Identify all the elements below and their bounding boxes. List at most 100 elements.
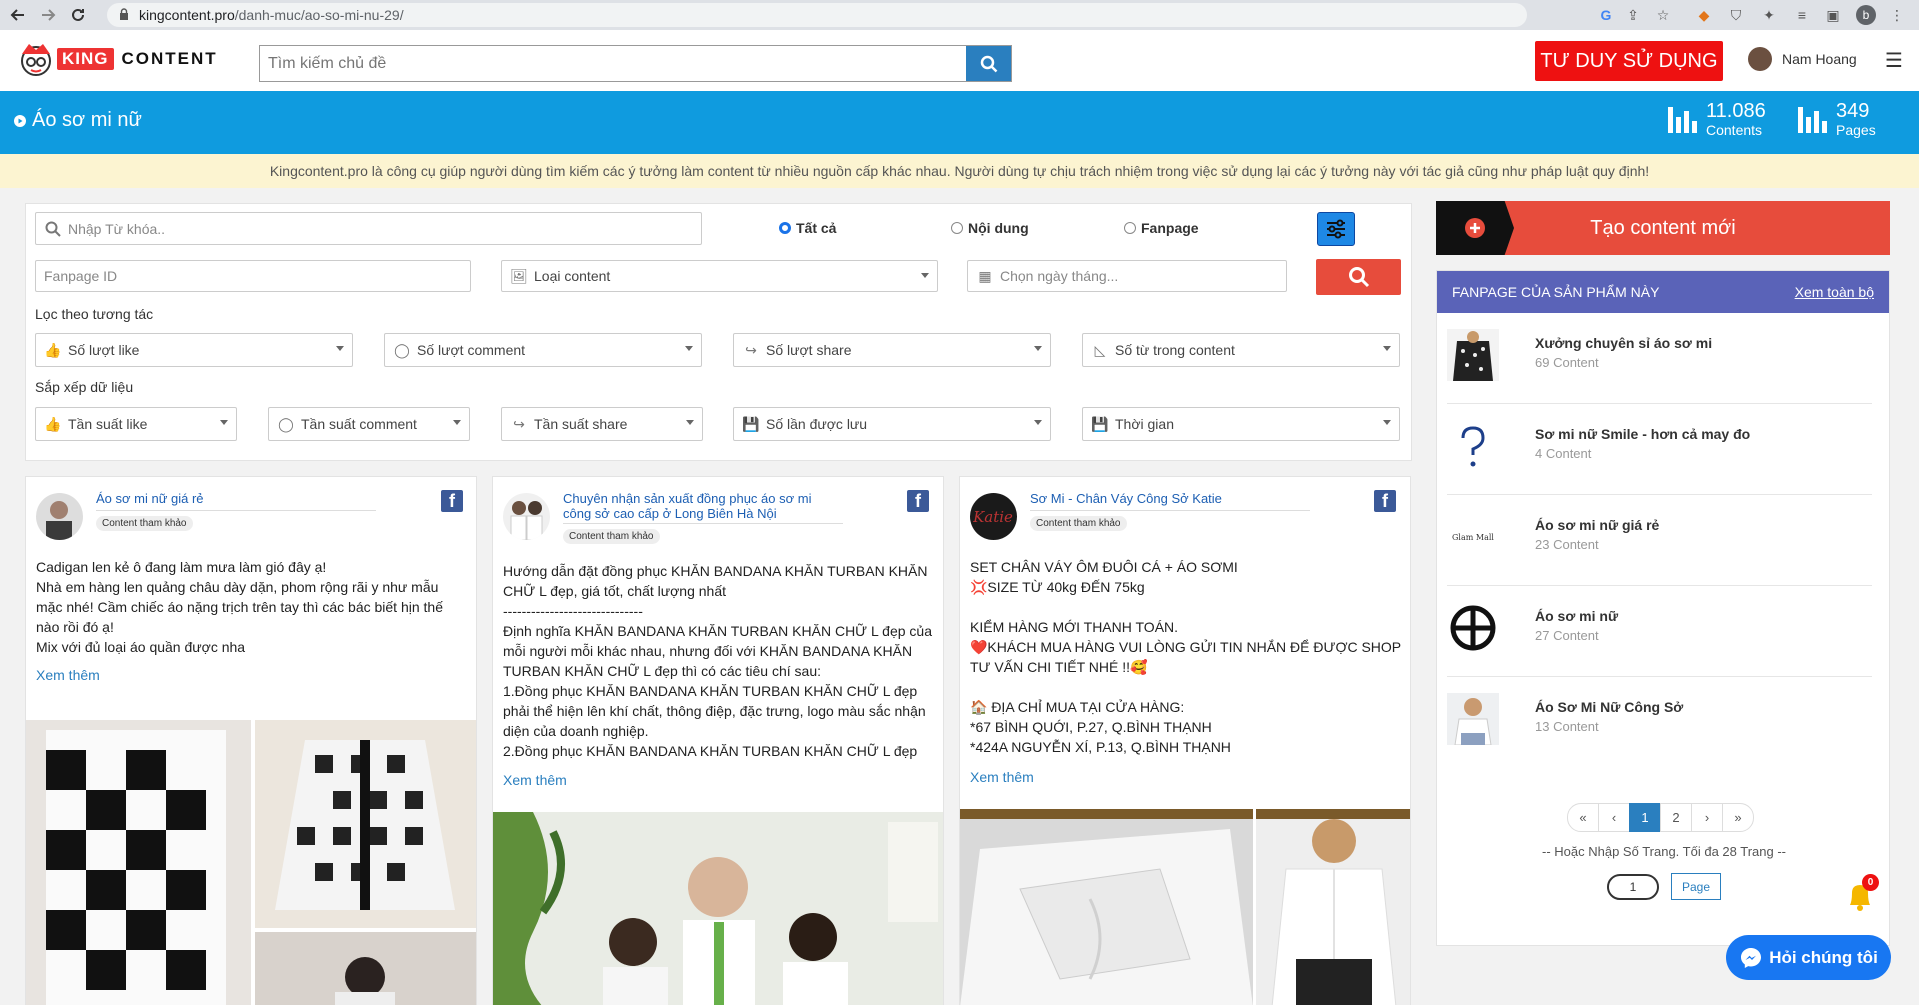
pages-count: 349: [1836, 100, 1870, 122]
notification-count-badge: 0: [1862, 874, 1879, 891]
page-number-input[interactable]: 1: [1607, 874, 1659, 900]
likes-select[interactable]: 👍 Số lượt like: [35, 333, 353, 367]
play-circle-icon: [14, 114, 26, 127]
content-type-select[interactable]: 🖼 Loại content: [501, 260, 938, 292]
metamask-icon[interactable]: ◆: [1694, 5, 1714, 25]
fanpage-item[interactable]: Áo sơ mi nữ 27 Content: [1447, 586, 1872, 677]
last-page-button[interactable]: »: [1722, 803, 1754, 832]
page-1-button[interactable]: 1: [1629, 803, 1661, 832]
user-name: Nam Hoang: [1782, 51, 1857, 67]
facebook-icon[interactable]: f: [1374, 490, 1396, 512]
chat-with-us-button[interactable]: Hỏi chúng tôi: [1726, 935, 1891, 980]
create-content-button[interactable]: Tạo content mới: [1436, 201, 1890, 255]
hamburger-menu-icon[interactable]: ☰: [1885, 48, 1903, 73]
thumbs-up-icon: 👍: [44, 415, 62, 432]
freq-comment-select[interactable]: ◯ Tần suất comment: [268, 407, 470, 441]
fanpage-item[interactable]: Xưởng chuyên sỉ áo sơ mi 69 Content: [1447, 313, 1872, 404]
reload-icon[interactable]: [66, 3, 90, 27]
fanpage-item[interactable]: Áo Sơ Mi Nữ Công Sở 13 Content: [1447, 677, 1872, 768]
topic-search-input[interactable]: [260, 46, 966, 81]
radio-fanpage[interactable]: Fanpage: [1124, 220, 1199, 236]
address-bar[interactable]: kingcontent.pro/danh-muc/ao-so-mi-nu-29/: [107, 3, 1527, 27]
go-page-button[interactable]: Page: [1671, 873, 1721, 900]
create-content-label: Tạo content mới: [1590, 216, 1736, 239]
avatar[interactable]: Katie: [970, 493, 1017, 540]
fanpage-panel-header: FANPAGE CỦA SẢN PHẨM NÀY Xem toàn bộ: [1437, 271, 1889, 313]
profile-avatar[interactable]: b: [1856, 5, 1876, 25]
shield-icon[interactable]: ⛉: [1726, 5, 1746, 25]
fanpage-panel-title: FANPAGE CỦA SẢN PHẨM NÀY: [1452, 284, 1660, 300]
facebook-icon[interactable]: f: [441, 490, 463, 512]
avatar[interactable]: [36, 493, 83, 540]
fanpage-content-count: 23 Content: [1535, 537, 1599, 552]
prev-page-button[interactable]: ‹: [1598, 803, 1630, 832]
fanpage-item[interactable]: Glam Mall Áo sơ mi nữ giá rẻ 23 Content: [1447, 495, 1872, 586]
post-image[interactable]: [493, 812, 943, 1005]
fanpage-name-link[interactable]: Chuyên nhận sản xuất đồng phục áo sơ mi …: [563, 491, 833, 521]
freq-like-select[interactable]: 👍 Tần suất like: [35, 407, 237, 441]
usage-guide-button[interactable]: TƯ DUY SỬ DỤNG: [1535, 41, 1723, 81]
post-image[interactable]: [1256, 809, 1410, 1005]
word-count-select[interactable]: ◺ Số từ trong content: [1082, 333, 1400, 367]
saved-count-select[interactable]: 💾 Số lần được lưu: [733, 407, 1051, 441]
time-label: Thời gian: [1115, 416, 1174, 432]
chevron-down-icon: [686, 420, 694, 425]
site-logo[interactable]: KING CONTENT: [17, 40, 218, 78]
fanpage-content-count: 69 Content: [1535, 355, 1599, 370]
pagination: « ‹ 1 2 › »: [1567, 803, 1754, 832]
see-more-link[interactable]: Xem thêm: [36, 667, 100, 683]
user-menu[interactable]: Nam Hoang: [1748, 47, 1857, 71]
keyword-input[interactable]: Nhập Từ khóa..: [35, 212, 702, 245]
freq-like-label: Tần suất like: [68, 416, 148, 432]
fanpage-name-link[interactable]: Áo sơ mi nữ giá rẻ: [96, 491, 204, 506]
next-page-button[interactable]: ›: [1691, 803, 1723, 832]
radio-content-label: Nội dung: [968, 220, 1029, 236]
post-image[interactable]: [255, 932, 476, 1005]
post-image[interactable]: [26, 720, 251, 1005]
radio-content[interactable]: Nội dung: [951, 220, 1029, 236]
interaction-filter-label: Lọc theo tương tác: [35, 306, 154, 322]
logo-mascot-icon: [17, 40, 55, 78]
fanpage-content-count: 13 Content: [1535, 719, 1599, 734]
page-2-button[interactable]: 2: [1660, 803, 1692, 832]
kebab-menu-icon[interactable]: ⋮: [1887, 5, 1907, 25]
share-icon[interactable]: ⇪: [1623, 5, 1643, 25]
first-page-button[interactable]: «: [1567, 803, 1599, 832]
contents-label: Contents: [1706, 122, 1763, 138]
post-image[interactable]: [960, 809, 1253, 1005]
forward-arrow-icon[interactable]: [36, 3, 60, 27]
notification-bell-icon[interactable]: 0: [1842, 874, 1879, 913]
word-count-label: Số từ trong content: [1115, 342, 1235, 358]
star-icon[interactable]: ☆: [1653, 5, 1673, 25]
question-mark-icon: [1447, 420, 1499, 472]
puzzle-icon[interactable]: ✦: [1759, 5, 1779, 25]
filter-search-button[interactable]: [1316, 259, 1401, 295]
see-more-link[interactable]: Xem thêm: [503, 772, 567, 788]
view-all-link[interactable]: Xem toàn bộ: [1795, 284, 1874, 300]
see-more-link[interactable]: Xem thêm: [970, 769, 1034, 785]
date-picker[interactable]: ▦ Chọn ngày tháng...: [967, 260, 1287, 292]
fanpage-id-input[interactable]: Fanpage ID: [35, 260, 471, 292]
fanpage-item[interactable]: Sơ mi nữ Smile - hơn cả may đo 4 Content: [1447, 404, 1872, 495]
sidepanel-icon[interactable]: ▣: [1823, 5, 1843, 25]
content-card: Áo sơ mi nữ giá rẻ Content tham khảo f C…: [25, 476, 477, 1005]
media-list-icon[interactable]: ≡: [1792, 5, 1812, 25]
facebook-icon[interactable]: f: [907, 490, 929, 512]
shares-select[interactable]: ↪ Số lượt share: [733, 333, 1051, 367]
messenger-icon: [1741, 947, 1762, 968]
fanpage-name-link[interactable]: Sơ Mi - Chân Váy Công Sở Katie: [1030, 491, 1222, 506]
time-select[interactable]: 💾 Thời gian: [1082, 407, 1400, 441]
topic-search-button[interactable]: [966, 46, 1011, 81]
radio-all[interactable]: Tất cả: [779, 220, 836, 236]
avatar[interactable]: [503, 493, 550, 540]
radio-all-label: Tất cả: [796, 220, 837, 236]
browser-toolbar: kingcontent.pro/danh-muc/ao-so-mi-nu-29/…: [0, 0, 1919, 30]
freq-share-select[interactable]: ↪ Tần suất share: [501, 407, 703, 441]
likes-label: Số lượt like: [68, 342, 140, 358]
post-image[interactable]: [255, 720, 476, 928]
settings-sliders-button[interactable]: [1317, 212, 1355, 246]
back-arrow-icon[interactable]: [6, 3, 30, 27]
contents-stat: 11.086 Contents: [1668, 101, 1766, 138]
comments-select[interactable]: ◯ Số lượt comment: [384, 333, 702, 367]
google-icon[interactable]: G: [1596, 5, 1616, 25]
